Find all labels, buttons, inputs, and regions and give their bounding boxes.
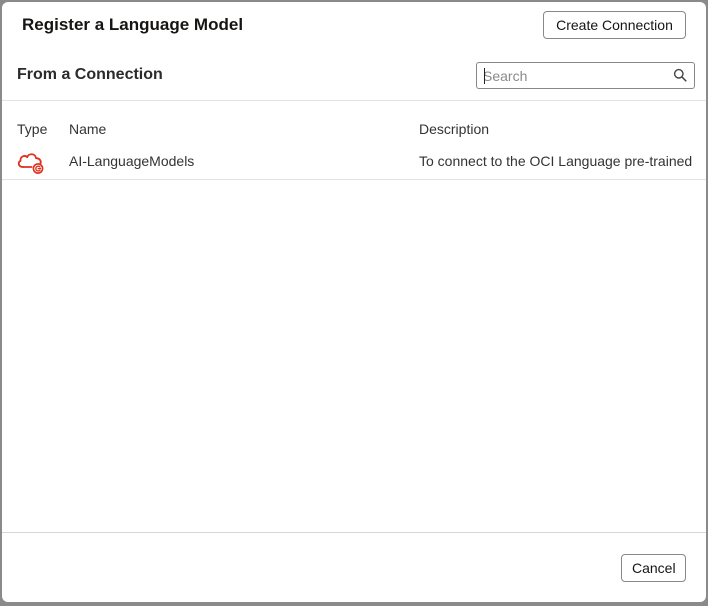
section-title: From a Connection (17, 66, 163, 83)
text-cursor (484, 68, 485, 84)
connection-description: To connect to the OCI Language pre-train… (419, 153, 693, 169)
search-input[interactable] (483, 66, 663, 85)
register-language-model-dialog: Register a Language Model Create Connect… (2, 2, 706, 602)
footer-divider (2, 532, 706, 533)
cloud-connection-icon (17, 153, 44, 174)
column-header-type: Type (17, 121, 48, 137)
create-connection-button[interactable]: Create Connection (543, 11, 686, 39)
dialog-title: Register a Language Model (22, 15, 244, 34)
search-box[interactable] (476, 62, 695, 89)
connection-name: AI-LanguageModels (69, 153, 195, 169)
header-divider (2, 100, 706, 101)
column-header-name: Name (69, 121, 107, 137)
table-row[interactable]: AI-LanguageModels To connect to the OCI … (2, 144, 706, 180)
search-icon[interactable] (673, 68, 687, 82)
column-header-description: Description (419, 121, 490, 137)
cancel-button[interactable]: Cancel (621, 554, 686, 582)
